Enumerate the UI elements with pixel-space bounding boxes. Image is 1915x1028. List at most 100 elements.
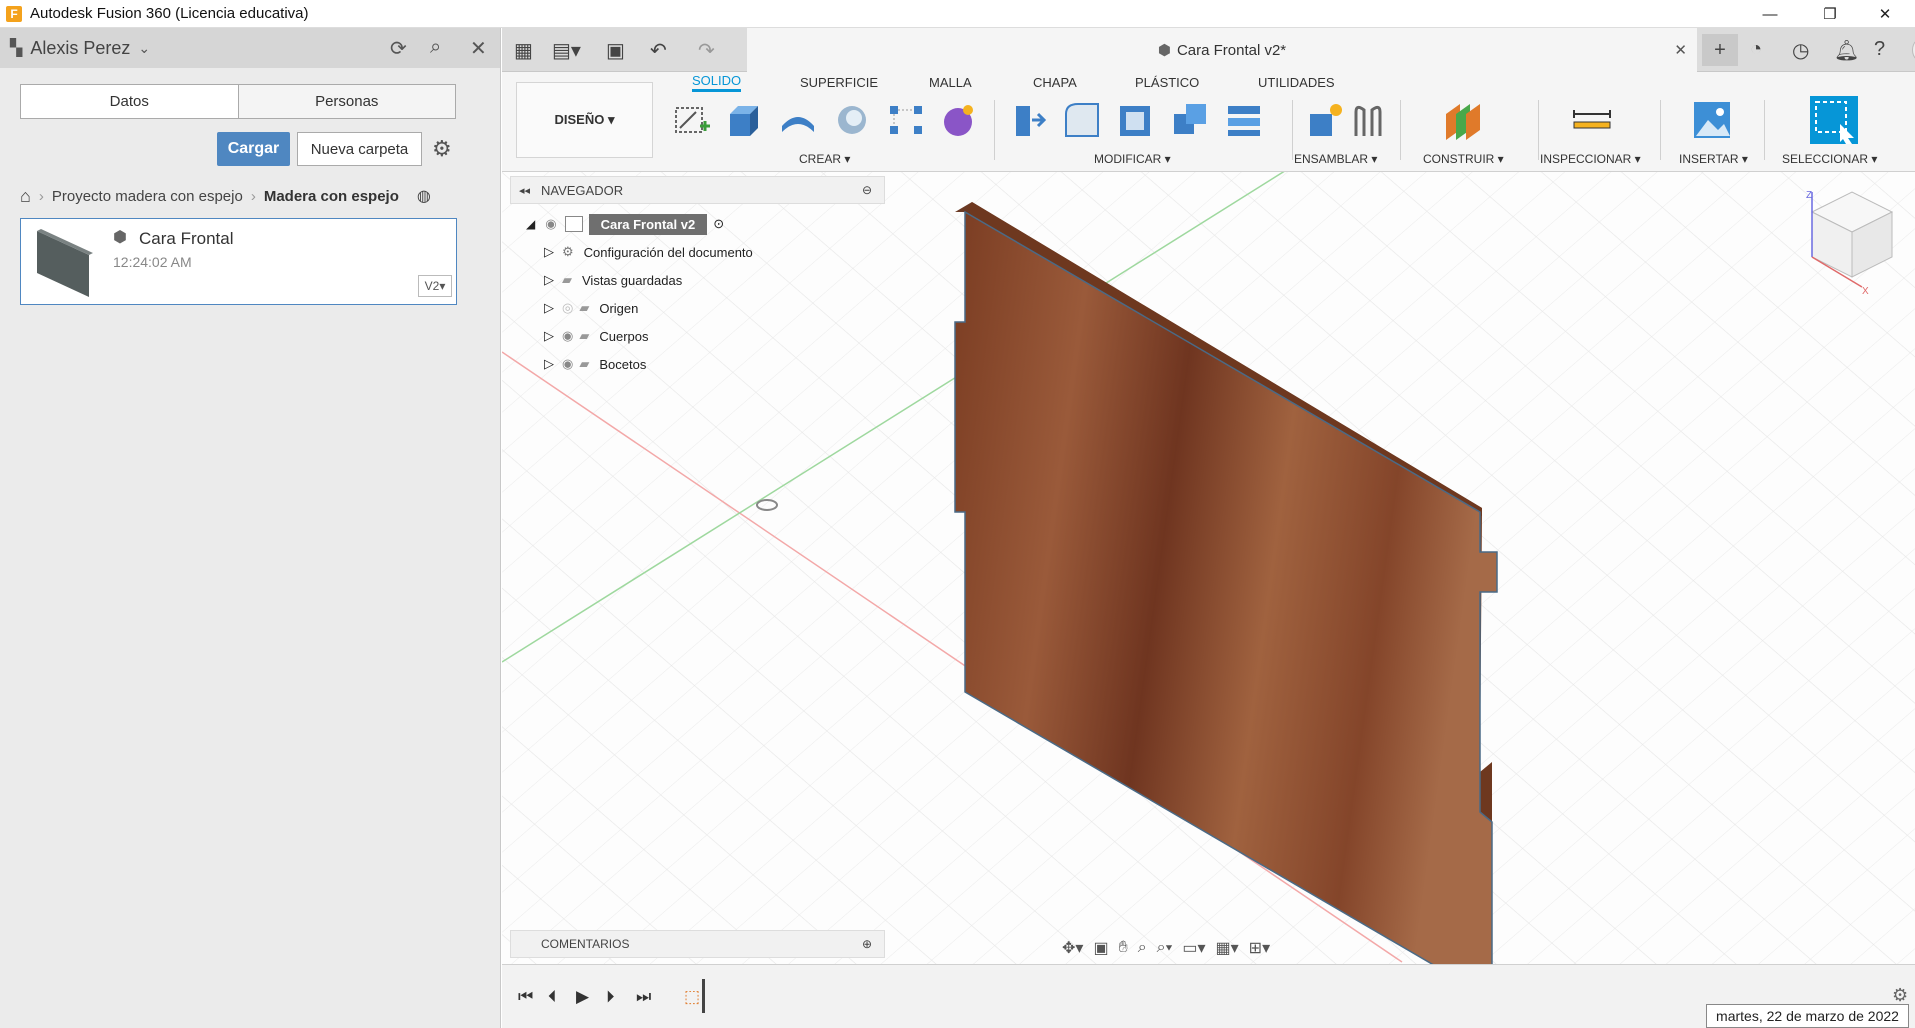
offset-plane-icon[interactable] — [1442, 100, 1482, 140]
go-to-end-icon[interactable]: ⏭︎ — [636, 987, 651, 1007]
eye-icon[interactable]: ◉ — [545, 216, 556, 232]
model-canvas[interactable]: Z X — [502, 172, 1915, 964]
version-badge[interactable]: V2▾ — [418, 275, 452, 297]
tab-chapa[interactable]: CHAPA — [1033, 72, 1077, 92]
measure-icon[interactable] — [1572, 100, 1612, 140]
browser-item-label[interactable]: Configuración del documento — [584, 245, 753, 260]
group-modificar[interactable]: MODIFICAR ▾ — [1094, 152, 1171, 166]
collapse-triangle-icon[interactable]: ◢ — [526, 217, 535, 231]
look-at-icon[interactable]: ▣ — [1093, 938, 1108, 958]
revolve-icon[interactable] — [778, 100, 818, 140]
group-inspeccionar[interactable]: INSPECCIONAR ▾ — [1540, 152, 1641, 166]
browser-item-label[interactable]: Origen — [599, 301, 638, 316]
expand-triangle-icon[interactable]: ▷ — [544, 244, 554, 260]
app-grid-icon[interactable]: ▦ — [514, 38, 533, 63]
orbit-icon[interactable]: ✥▾ — [1062, 938, 1083, 958]
pan-hand-icon[interactable]: ✋︎ — [1119, 939, 1128, 957]
viewports-icon[interactable]: ⊞▾ — [1249, 938, 1270, 958]
save-icon[interactable]: ▣ — [606, 38, 625, 63]
browser-item[interactable]: ▷ ◉ ▰ Bocetos — [544, 352, 646, 376]
step-back-icon[interactable]: ⏴︎ — [548, 987, 557, 1007]
restore-icon[interactable]: ❐ — [1800, 0, 1860, 28]
close-tab-icon[interactable]: ✕ — [1674, 41, 1687, 59]
group-construir[interactable]: CONSTRUIR ▾ — [1423, 152, 1504, 166]
tab-solido[interactable]: SOLIDO — [692, 72, 742, 92]
grid-settings-icon[interactable]: ▦▾ — [1216, 938, 1239, 958]
expand-triangle-icon[interactable]: ▷ — [544, 356, 554, 372]
group-ensamblar[interactable]: ENSAMBLAR ▾ — [1294, 152, 1377, 166]
tab-personas[interactable]: Personas — [237, 85, 455, 118]
browser-item-label[interactable]: Bocetos — [599, 357, 646, 372]
split-body-icon[interactable] — [1224, 100, 1264, 140]
undo-icon[interactable]: ↶ — [650, 38, 667, 63]
browser-item-label[interactable]: Cuerpos — [599, 329, 648, 344]
fillet-icon[interactable] — [1062, 100, 1102, 140]
browser-header[interactable]: ◂◂ NAVEGADOR ⊖ — [510, 176, 885, 204]
browser-item[interactable]: ▷ ▰ Vistas guardadas — [544, 268, 682, 292]
tab-superficie[interactable]: SUPERFICIE — [800, 72, 878, 92]
job-status-icon[interactable]: ◷ — [1792, 38, 1809, 63]
settings-gear-icon[interactable]: ⚙ — [432, 136, 452, 162]
user-name[interactable]: Alexis Perez — [30, 38, 130, 59]
tab-malla[interactable]: MALLA — [929, 72, 972, 92]
minimize-browser-icon[interactable]: ⊖ — [862, 183, 872, 197]
timeline-settings-gear-icon[interactable]: ⚙ — [1892, 985, 1908, 1006]
sweep-icon[interactable] — [832, 100, 872, 140]
browser-item-label[interactable]: Vistas guardadas — [582, 273, 682, 288]
tab-utilidades[interactable]: UTILIDADES — [1258, 72, 1335, 92]
chevron-down-icon[interactable]: ⌄ — [138, 40, 150, 57]
root-component-label[interactable]: Cara Frontal v2 — [588, 213, 708, 235]
minimize-icon[interactable]: — — [1740, 0, 1800, 28]
display-settings-icon[interactable]: ▭▾ — [1182, 938, 1205, 958]
zoom-icon[interactable]: ⌕ — [1138, 939, 1147, 957]
home-icon[interactable]: ⌂ — [20, 186, 31, 207]
eye-hidden-icon[interactable]: ◎ — [562, 300, 573, 316]
joint-icon[interactable] — [1348, 100, 1388, 140]
share-globe-icon[interactable]: ◍ — [417, 186, 431, 206]
collapse-browser-icon[interactable]: ◂◂ — [519, 184, 530, 197]
browser-item[interactable]: ▷ ◉ ▰ Cuerpos — [544, 324, 648, 348]
browser-root[interactable]: ◢ ◉ Cara Frontal v2 ⊙ — [526, 212, 724, 236]
help-icon[interactable]: ? — [1874, 38, 1885, 61]
timeline-sketch-feature-icon[interactable]: ⬚ — [684, 987, 700, 1007]
expand-triangle-icon[interactable]: ▷ — [544, 328, 554, 344]
pattern-icon[interactable] — [886, 100, 926, 140]
create-sketch-icon[interactable] — [672, 100, 712, 140]
close-panel-icon[interactable]: ✕ — [470, 36, 487, 61]
expand-triangle-icon[interactable]: ▷ — [544, 300, 554, 316]
tab-datos[interactable]: Datos — [21, 85, 238, 118]
shell-icon[interactable] — [1116, 100, 1156, 140]
expand-triangle-icon[interactable]: ▷ — [544, 272, 554, 288]
insert-image-icon[interactable] — [1692, 100, 1732, 140]
new-tab-icon[interactable]: + — [1702, 34, 1738, 66]
file-name[interactable]: Cara Frontal — [139, 229, 233, 249]
group-crear[interactable]: CREAR ▾ — [799, 152, 850, 166]
redo-icon[interactable]: ↷ — [698, 38, 715, 63]
go-to-start-icon[interactable]: ⏮︎ — [518, 987, 533, 1007]
new-component-icon[interactable] — [1306, 100, 1346, 140]
breadcrumb-project[interactable]: Proyecto madera con espejo — [52, 188, 243, 205]
refresh-icon[interactable]: ⟳ — [390, 36, 407, 61]
combine-icon[interactable] — [1170, 100, 1210, 140]
breadcrumb-folder[interactable]: Madera con espejo — [264, 188, 399, 205]
add-comment-icon[interactable]: ⊕ — [862, 937, 872, 951]
file-menu-icon[interactable]: ▤▾ — [552, 38, 581, 63]
file-card[interactable]: ⬢ Cara Frontal 12:24:02 AM V2▾ — [20, 218, 457, 305]
press-pull-icon[interactable] — [1008, 100, 1048, 140]
search-icon[interactable]: ⌕ — [430, 36, 441, 59]
tab-plastico[interactable]: PLÁSTICO — [1135, 72, 1199, 92]
timeline-marker[interactable] — [702, 979, 705, 1013]
comments-panel[interactable]: COMENTARIOS ⊕ — [510, 930, 885, 958]
select-icon[interactable] — [1810, 96, 1858, 144]
group-insertar[interactable]: INSERTAR ▾ — [1679, 152, 1748, 166]
eye-icon[interactable]: ◉ — [562, 356, 573, 372]
step-forward-icon[interactable]: ⏵︎ — [606, 987, 615, 1007]
close-window-icon[interactable]: ✕ — [1855, 0, 1915, 28]
create-form-icon[interactable] — [938, 100, 978, 140]
tab-document[interactable]: ⬢ Cara Frontal v2* ✕ — [747, 28, 1697, 72]
new-folder-button[interactable]: Nueva carpeta — [297, 132, 422, 166]
extrude-icon[interactable] — [724, 100, 764, 140]
play-icon[interactable]: ▶︎ — [576, 987, 589, 1007]
eye-icon[interactable]: ◉ — [562, 328, 573, 344]
extensions-icon[interactable]: ◔ — [1750, 38, 1762, 61]
